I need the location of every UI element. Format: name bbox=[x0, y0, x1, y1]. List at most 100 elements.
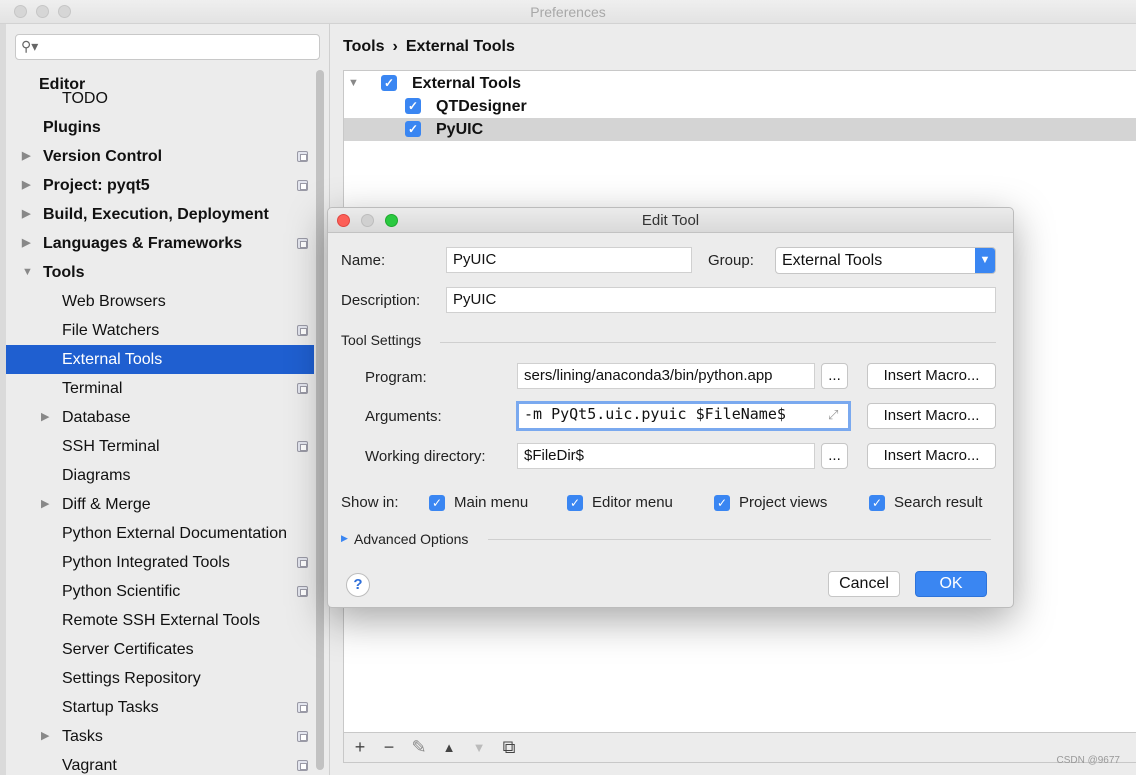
copy-settings-icon bbox=[297, 180, 308, 191]
sidebar-item-settings-repository[interactable]: Settings Repository bbox=[6, 664, 314, 693]
sidebar-item-database[interactable]: ▶ Database bbox=[6, 403, 314, 432]
breadcrumb-parent[interactable]: Tools bbox=[343, 38, 384, 55]
copy-settings-icon bbox=[297, 238, 308, 249]
sidebar-item-plugins[interactable]: Plugins bbox=[6, 113, 314, 142]
group-select[interactable]: External Tools ▼ bbox=[775, 247, 996, 274]
tool-group-row[interactable]: ▼ ✓ External Tools bbox=[344, 72, 1136, 95]
program-field[interactable]: sers/lining/anaconda3/bin/python.app bbox=[517, 363, 815, 389]
advanced-options-toggle[interactable]: Advanced Options bbox=[354, 531, 468, 547]
move-up-icon[interactable]: ▲ bbox=[439, 740, 459, 755]
settings-sidebar: ⚲▾ Editor TODO Plugins ▶ Version Control … bbox=[6, 24, 330, 775]
window-titlebar: Preferences bbox=[0, 0, 1136, 24]
expand-arrow-icon[interactable]: ▶ bbox=[22, 171, 30, 200]
group-label: Group: bbox=[708, 252, 754, 269]
copy-settings-icon bbox=[297, 325, 308, 336]
collapse-arrow-icon[interactable]: ▼ bbox=[22, 258, 33, 287]
sidebar-item-project[interactable]: ▶ Project: pyqt5 bbox=[6, 171, 314, 200]
main-menu-checkbox[interactable]: ✓ bbox=[429, 495, 445, 511]
program-label: Program: bbox=[365, 369, 427, 386]
search-result-checkbox[interactable]: ✓ bbox=[869, 495, 885, 511]
arguments-label: Arguments: bbox=[365, 408, 442, 425]
window-title: Preferences bbox=[530, 4, 606, 20]
tool-row-selected[interactable]: ✓ PyUIC bbox=[344, 118, 1136, 141]
tool-group-checkbox[interactable]: ✓ bbox=[381, 75, 397, 91]
help-button[interactable]: ? bbox=[346, 573, 370, 597]
expand-arrow-icon[interactable]: ▶ bbox=[41, 403, 49, 432]
program-insert-macro-button[interactable]: Insert Macro... bbox=[867, 363, 996, 389]
copy-settings-icon bbox=[297, 557, 308, 568]
expand-arrow-icon[interactable]: ▶ bbox=[341, 533, 348, 544]
cancel-button[interactable]: Cancel bbox=[828, 571, 900, 597]
sidebar-item-todo[interactable]: TODO bbox=[6, 89, 314, 109]
workdir-insert-macro-button[interactable]: Insert Macro... bbox=[867, 443, 996, 469]
watermark: CSDN @9677 bbox=[1056, 755, 1120, 766]
sidebar-item-vagrant[interactable]: Vagrant bbox=[6, 751, 314, 775]
copy-icon[interactable]: ⧉ bbox=[499, 737, 519, 758]
editor-menu-checkbox[interactable]: ✓ bbox=[567, 495, 583, 511]
add-icon[interactable]: + bbox=[350, 737, 370, 758]
sidebar-item-python-external-docs[interactable]: Python External Documentation bbox=[6, 519, 314, 548]
tool-label: QTDesigner bbox=[436, 98, 527, 115]
sidebar-item-startup-tasks[interactable]: Startup Tasks bbox=[6, 693, 314, 722]
dialog-titlebar: Edit Tool bbox=[328, 208, 1013, 233]
edit-tool-dialog: Edit Tool Name: PyUIC Group: External To… bbox=[327, 207, 1014, 608]
tool-row[interactable]: ✓ QTDesigner bbox=[344, 95, 1136, 118]
main-menu-label: Main menu bbox=[454, 494, 529, 511]
divider bbox=[488, 539, 991, 540]
search-result-label: Search result bbox=[894, 494, 983, 511]
tool-checkbox[interactable]: ✓ bbox=[405, 98, 421, 114]
sidebar-scrollbar[interactable] bbox=[316, 70, 324, 770]
sidebar-item-tools[interactable]: ▼ Tools bbox=[6, 258, 314, 287]
sidebar-item-build[interactable]: ▶ Build, Execution, Deployment bbox=[6, 200, 314, 229]
search-icon: ⚲▾ bbox=[21, 38, 39, 54]
arguments-insert-macro-button[interactable]: Insert Macro... bbox=[867, 403, 996, 429]
divider bbox=[440, 342, 996, 343]
editor-menu-label: Editor menu bbox=[592, 494, 673, 511]
search-input[interactable]: ⚲▾ bbox=[15, 34, 320, 60]
expand-field-icon[interactable]: ⤢ bbox=[828, 407, 838, 423]
sidebar-item-server-certificates[interactable]: Server Certificates bbox=[6, 635, 314, 664]
working-directory-label: Working directory: bbox=[365, 448, 486, 465]
sidebar-item-web-browsers[interactable]: Web Browsers bbox=[6, 287, 314, 316]
sidebar-item-diff-merge[interactable]: ▶ Diff & Merge bbox=[6, 490, 314, 519]
copy-settings-icon bbox=[297, 151, 308, 162]
expand-arrow-icon[interactable]: ▶ bbox=[22, 142, 30, 171]
tool-checkbox[interactable]: ✓ bbox=[405, 121, 421, 137]
sidebar-item-external-tools[interactable]: External Tools bbox=[6, 345, 314, 374]
name-field[interactable]: PyUIC bbox=[446, 247, 692, 273]
sidebar-item-tasks[interactable]: ▶ Tasks bbox=[6, 722, 314, 751]
tool-label: PyUIC bbox=[436, 121, 484, 138]
sidebar-item-remote-ssh-tools[interactable]: Remote SSH External Tools bbox=[6, 606, 314, 635]
move-down-icon[interactable]: ▼ bbox=[469, 740, 489, 755]
expand-arrow-icon[interactable]: ▶ bbox=[22, 229, 30, 258]
sidebar-item-file-watchers[interactable]: File Watchers bbox=[6, 316, 314, 345]
sidebar-item-ssh-terminal[interactable]: SSH Terminal bbox=[6, 432, 314, 461]
copy-settings-icon bbox=[297, 441, 308, 452]
sidebar-item-python-scientific[interactable]: Python Scientific bbox=[6, 577, 314, 606]
sidebar-item-diagrams[interactable]: Diagrams bbox=[6, 461, 314, 490]
working-directory-field[interactable]: $FileDir$ bbox=[517, 443, 815, 469]
workdir-browse-button[interactable]: ... bbox=[821, 443, 848, 469]
ok-button[interactable]: OK bbox=[915, 571, 987, 597]
remove-icon[interactable]: − bbox=[379, 737, 399, 758]
expand-arrow-icon[interactable]: ▶ bbox=[41, 490, 49, 519]
copy-settings-icon bbox=[297, 586, 308, 597]
sidebar-item-terminal[interactable]: Terminal bbox=[6, 374, 314, 403]
description-field[interactable]: PyUIC bbox=[446, 287, 996, 313]
breadcrumb-current: External Tools bbox=[405, 38, 515, 55]
edit-icon[interactable]: ✎ bbox=[409, 737, 429, 758]
project-views-checkbox[interactable]: ✓ bbox=[714, 495, 730, 511]
copy-settings-icon bbox=[297, 702, 308, 713]
program-browse-button[interactable]: ... bbox=[821, 363, 848, 389]
name-label: Name: bbox=[341, 252, 386, 269]
chevron-down-icon: ▼ bbox=[975, 248, 995, 273]
sidebar-item-python-integrated-tools[interactable]: Python Integrated Tools bbox=[6, 548, 314, 577]
arguments-field[interactable]: -m PyQt5.uic.pyuic $FileName$ bbox=[516, 401, 851, 431]
copy-settings-icon bbox=[297, 731, 308, 742]
sidebar-item-languages[interactable]: ▶ Languages & Frameworks bbox=[6, 229, 314, 258]
expand-arrow-icon[interactable]: ▶ bbox=[22, 200, 30, 229]
dialog-title: Edit Tool bbox=[641, 212, 700, 229]
expand-arrow-icon[interactable]: ▶ bbox=[41, 722, 49, 751]
collapse-arrow-icon[interactable]: ▼ bbox=[348, 72, 359, 95]
sidebar-item-version-control[interactable]: ▶ Version Control bbox=[6, 142, 314, 171]
